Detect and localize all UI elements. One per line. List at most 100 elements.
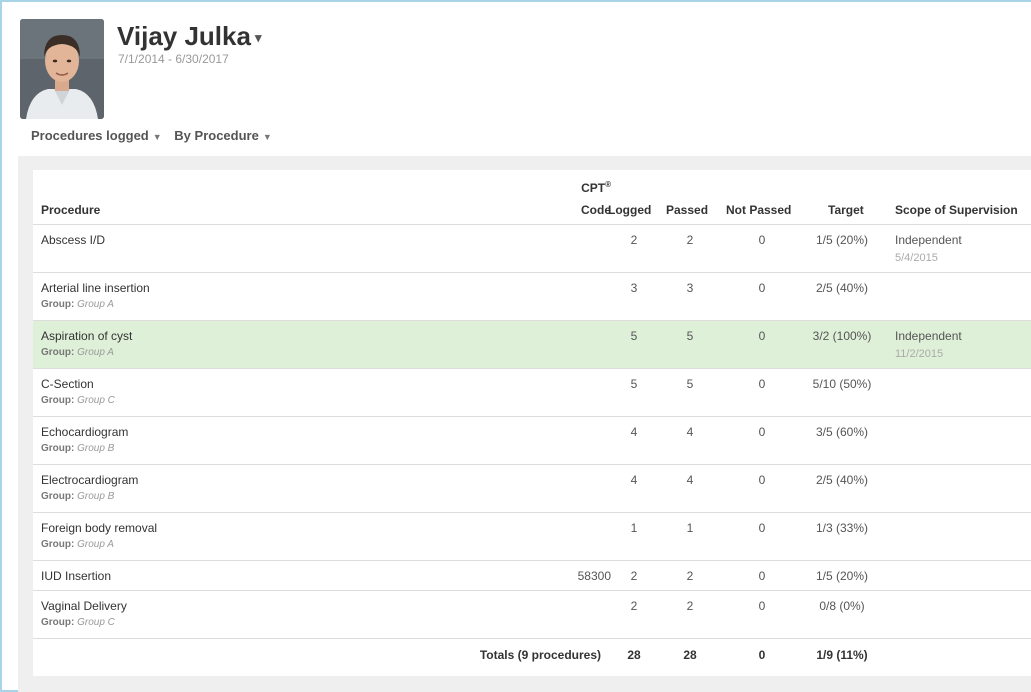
procedure-name[interactable]: C-Section bbox=[41, 377, 94, 391]
table-row[interactable]: Abscess I/D 2 2 0 1/5 (20%) Independent 5/4/20… bbox=[33, 225, 1031, 273]
table-body: Abscess I/D 2 2 0 1/5 (20%) Independent 5/4/20… bbox=[33, 225, 1031, 639]
procedure-name[interactable]: Echocardiogram bbox=[41, 425, 128, 439]
not-passed-count: 0 bbox=[758, 599, 766, 613]
totals-not-passed: 0 bbox=[758, 648, 766, 662]
group-name: Group A bbox=[77, 347, 114, 358]
filter-bar: Procedures logged ▼ By Procedure ▼ bbox=[31, 128, 281, 143]
logged-count: 2 bbox=[630, 599, 638, 613]
passed-count: 2 bbox=[686, 599, 694, 613]
totals-passed: 28 bbox=[683, 648, 697, 662]
procedure-table: Procedure CPT® Code Logged Passed Not Pa… bbox=[33, 170, 1031, 671]
target-value: 5/10 (50%) bbox=[812, 377, 872, 391]
registered-mark: ® bbox=[605, 180, 611, 189]
totals-logged: 28 bbox=[627, 648, 641, 662]
logged-count: 3 bbox=[630, 281, 638, 295]
header-scope[interactable]: Scope of Supervision bbox=[895, 203, 1018, 217]
avatar[interactable] bbox=[20, 19, 104, 119]
procedure-name[interactable]: IUD Insertion bbox=[41, 569, 111, 583]
procedure-name[interactable]: Arterial line insertion bbox=[41, 281, 150, 295]
passed-count: 5 bbox=[686, 377, 694, 391]
passed-count: 3 bbox=[686, 281, 694, 295]
table-row[interactable]: Foreign body removal Group: Group A 1 1 0 1/3… bbox=[33, 513, 1031, 561]
procedure-group: Group: Group B bbox=[41, 443, 114, 454]
group-prefix: Group: bbox=[41, 443, 75, 454]
procedure-group: Group: Group C bbox=[41, 395, 115, 406]
header-cpt-label: CPT bbox=[581, 181, 606, 195]
target-value: 0/8 (0%) bbox=[819, 599, 865, 613]
header-logged[interactable]: Logged bbox=[608, 203, 651, 217]
target-value: 1/3 (33%) bbox=[815, 521, 869, 535]
logged-count: 4 bbox=[630, 473, 638, 487]
group-name: Group C bbox=[77, 395, 115, 406]
passed-count: 4 bbox=[686, 425, 694, 439]
logged-count: 2 bbox=[630, 233, 638, 247]
profile-name-menu[interactable]: Vijay Julka ▾ bbox=[117, 21, 261, 52]
target-value: 2/5 (40%) bbox=[815, 473, 869, 487]
group-prefix: Group: bbox=[41, 491, 75, 502]
procedure-group: Group: Group A bbox=[41, 539, 114, 550]
passed-count: 5 bbox=[686, 329, 694, 343]
logged-count: 1 bbox=[630, 521, 638, 535]
procedure-group: Group: Group A bbox=[41, 299, 114, 310]
chevron-down-icon: ▼ bbox=[152, 132, 162, 142]
header-passed[interactable]: Passed bbox=[666, 203, 708, 217]
not-passed-count: 0 bbox=[758, 425, 766, 439]
group-name: Group B bbox=[77, 491, 115, 502]
procedure-name[interactable]: Electrocardiogram bbox=[41, 473, 138, 487]
logged-count: 2 bbox=[630, 569, 638, 583]
group-name: Group A bbox=[77, 299, 114, 310]
report-panel: Procedure CPT® Code Logged Passed Not Pa… bbox=[18, 156, 1031, 692]
filter-label: By Procedure bbox=[174, 128, 259, 143]
not-passed-count: 0 bbox=[758, 329, 766, 343]
report-card: Procedure CPT® Code Logged Passed Not Pa… bbox=[33, 170, 1031, 676]
table-row[interactable]: Aspiration of cyst Group: Group A 5 5 0 3/2 (… bbox=[33, 321, 1031, 369]
header-not-passed[interactable]: Not Passed bbox=[726, 203, 791, 217]
procedure-name[interactable]: Aspiration of cyst bbox=[41, 329, 132, 343]
procedure-name[interactable]: Abscess I/D bbox=[41, 233, 105, 247]
table-row[interactable]: C-Section Group: Group C 5 5 0 5/10 (50%) bbox=[33, 369, 1031, 417]
passed-count: 2 bbox=[686, 569, 694, 583]
group-prefix: Group: bbox=[41, 299, 75, 310]
logged-count: 5 bbox=[630, 377, 638, 391]
procedure-name[interactable]: Vaginal Delivery bbox=[41, 599, 127, 613]
avatar-photo bbox=[20, 19, 104, 119]
header-code[interactable]: Code bbox=[531, 203, 611, 217]
not-passed-count: 0 bbox=[758, 473, 766, 487]
chevron-down-icon: ▼ bbox=[262, 132, 272, 142]
table-header: Procedure CPT® Code Logged Passed Not Pa… bbox=[33, 170, 1031, 225]
totals-target: 1/9 (11%) bbox=[816, 648, 868, 662]
procedure-name[interactable]: Foreign body removal bbox=[41, 521, 157, 535]
group-name: Group A bbox=[77, 539, 114, 550]
logged-count: 4 bbox=[630, 425, 638, 439]
not-passed-count: 0 bbox=[758, 521, 766, 535]
by-procedure-dropdown[interactable]: By Procedure ▼ bbox=[174, 128, 271, 143]
procedure-group: Group: Group C bbox=[41, 617, 115, 628]
target-value: 1/5 (20%) bbox=[815, 569, 869, 583]
group-name: Group C bbox=[77, 617, 115, 628]
scope-date: 11/2/2015 bbox=[895, 348, 944, 360]
table-row[interactable]: Electrocardiogram Group: Group B 4 4 0 2/5 (4… bbox=[33, 465, 1031, 513]
header-procedure[interactable]: Procedure bbox=[41, 203, 100, 217]
header-target[interactable]: Target bbox=[828, 203, 864, 217]
scope-date: 5/4/2015 bbox=[895, 252, 938, 264]
target-value: 1/5 (20%) bbox=[815, 233, 869, 247]
header-cpt[interactable]: CPT® bbox=[531, 180, 611, 195]
table-row[interactable]: Arterial line insertion Group: Group A 3 3 0… bbox=[33, 273, 1031, 321]
target-value: 3/2 (100%) bbox=[812, 329, 872, 343]
procedure-group: Group: Group A bbox=[41, 347, 114, 358]
group-prefix: Group: bbox=[41, 539, 75, 550]
table-row[interactable]: Echocardiogram Group: Group B 4 4 0 3/5 (60%) bbox=[33, 417, 1031, 465]
passed-count: 4 bbox=[686, 473, 694, 487]
table-row[interactable]: Vaginal Delivery Group: Group C 2 2 0 0/8 (0%… bbox=[33, 591, 1031, 639]
group-name: Group B bbox=[77, 443, 115, 454]
profile-name: Vijay Julka bbox=[117, 21, 251, 51]
chevron-down-icon: ▾ bbox=[254, 30, 262, 46]
scope-of-supervision: Independent bbox=[895, 233, 962, 247]
procedures-logged-dropdown[interactable]: Procedures logged ▼ bbox=[31, 128, 162, 143]
cpt-code: 58300 bbox=[577, 569, 611, 583]
table-row[interactable]: IUD Insertion 58300 2 2 0 1/5 (20%) bbox=[33, 561, 1031, 591]
not-passed-count: 0 bbox=[758, 377, 766, 391]
procedure-group: Group: Group B bbox=[41, 491, 114, 502]
totals-label: Totals (9 procedures) bbox=[479, 648, 601, 662]
not-passed-count: 0 bbox=[758, 281, 766, 295]
